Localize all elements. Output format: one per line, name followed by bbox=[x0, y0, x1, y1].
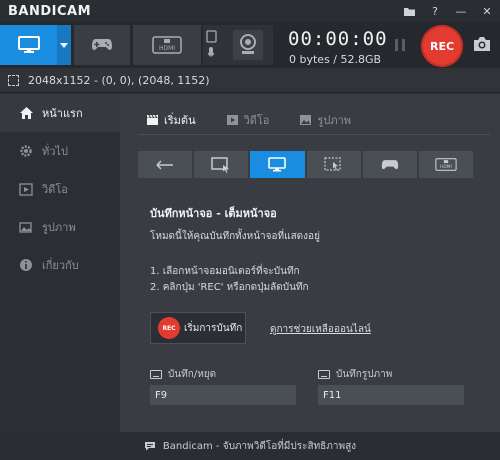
online-help-link[interactable]: ดูการช่วยเหลือออนไลน์ bbox=[270, 322, 371, 337]
hdmi-label: HDMI bbox=[159, 45, 175, 52]
screen-mode-dropdown[interactable] bbox=[57, 25, 71, 65]
region-select-icon[interactable] bbox=[8, 74, 19, 86]
file-size-readout: 0 bytes / 52.8GB bbox=[289, 53, 382, 66]
hdmi-label-small: HDMI bbox=[440, 164, 452, 170]
start-recording-label: เริ่มการบันทึก bbox=[184, 322, 243, 334]
sidebar-item-general[interactable]: ทั่วไป bbox=[0, 132, 120, 170]
start-recording-button[interactable]: REC เริ่มการบันทึก bbox=[150, 312, 246, 344]
screen-mode-button[interactable] bbox=[0, 25, 57, 65]
sidebar-item-label: ทั่วไป bbox=[42, 145, 68, 158]
mode-description: โหมดนี้ให้คุณบันทึกทั้งหน้าจอที่แสดงอยู่ bbox=[150, 231, 320, 242]
tab-label: วิดีโอ bbox=[243, 114, 270, 127]
sidebar: หน้าแรก ทั่วไป วิดีโอ รูปภาพ เกี่ยวกับ bbox=[0, 94, 120, 432]
play-icon bbox=[226, 115, 238, 125]
gamepad-icon bbox=[381, 159, 398, 169]
folder-icon[interactable] bbox=[396, 0, 422, 22]
status-bar: Bandicam - จับภาพวิดีโอที่มีประสิทธิภาพส… bbox=[0, 432, 500, 460]
tab-label: รูปภาพ bbox=[317, 114, 352, 127]
sidebar-item-video[interactable]: วิดีโอ bbox=[0, 170, 120, 208]
capture-mode-row: HDMI bbox=[138, 151, 474, 178]
webcam-mode-button[interactable] bbox=[203, 25, 273, 65]
app-title: BANDICAM bbox=[8, 3, 92, 19]
instruction-step-1: 1. เลือกหน้าจอมอนิเตอร์ที่จะบันทึก bbox=[150, 266, 300, 277]
keyboard-icon bbox=[318, 370, 330, 379]
page-title: บันทึกหน้าจอ - เต็มหน้าจอ bbox=[150, 207, 277, 220]
hotkey-image-label: บันทึกรูปภาพ bbox=[318, 367, 392, 382]
hdmi-icon: HDMI bbox=[152, 36, 182, 54]
close-icon[interactable]: ✕ bbox=[474, 0, 500, 22]
chevron-down-icon bbox=[60, 42, 68, 48]
window-controls: ? — ✕ bbox=[396, 0, 500, 22]
minimize-icon[interactable]: — bbox=[448, 0, 474, 22]
dashed-cursor-icon bbox=[323, 156, 341, 171]
monitor-icon bbox=[268, 157, 287, 172]
gear-icon bbox=[18, 143, 34, 159]
region-bar[interactable]: 2048x1152 - (0, 0), (2048, 1152) bbox=[0, 68, 500, 93]
around-mouse-mode-button[interactable] bbox=[306, 151, 361, 178]
rec-button[interactable]: REC bbox=[421, 25, 463, 67]
tab-label: เริ่มต้น bbox=[164, 114, 196, 127]
record-timer: 00:00:00 bbox=[288, 28, 388, 50]
hotkey-record-label: บันทึก/หยุด bbox=[150, 367, 216, 382]
fullscreen-mode-button[interactable] bbox=[250, 151, 305, 178]
hotkey-image-field[interactable]: F11 bbox=[318, 385, 464, 405]
game-mode-button[interactable] bbox=[74, 25, 130, 65]
title-bar: BANDICAM ? — ✕ bbox=[0, 0, 500, 22]
back-button[interactable] bbox=[138, 151, 193, 178]
hdmi-mode-button[interactable]: HDMI bbox=[133, 25, 201, 65]
keyboard-icon bbox=[150, 370, 162, 379]
tab-divider bbox=[138, 134, 490, 135]
hotkey-record-field[interactable]: F9 bbox=[150, 385, 296, 405]
tab-getting-started[interactable]: เริ่มต้น bbox=[146, 111, 196, 129]
instruction-step-2: 2. คลิกปุ่ม 'REC' หรือกดปุ่มลัดบันทึก bbox=[150, 282, 309, 293]
tab-bar: เริ่มต้น วิดีโอ รูปภาพ bbox=[146, 111, 381, 129]
hotkey-label-text: บันทึกรูปภาพ bbox=[336, 369, 393, 380]
video-icon bbox=[18, 181, 34, 197]
sidebar-item-image[interactable]: รูปภาพ bbox=[0, 208, 120, 246]
home-icon bbox=[18, 105, 34, 121]
clapper-icon bbox=[147, 114, 158, 125]
region-readout: 2048x1152 - (0, 0), (2048, 1152) bbox=[28, 73, 210, 87]
sidebar-item-home[interactable]: หน้าแรก bbox=[0, 94, 120, 132]
chat-bubble-icon bbox=[144, 442, 155, 451]
back-arrow-icon bbox=[156, 159, 174, 170]
picture-icon bbox=[300, 115, 312, 125]
sidebar-item-label: วิดีโอ bbox=[42, 183, 68, 196]
sidebar-item-label: หน้าแรก bbox=[42, 107, 83, 120]
image-icon bbox=[18, 219, 34, 235]
screenshot-camera-icon[interactable] bbox=[472, 35, 492, 53]
rectangle-mode-button[interactable] bbox=[194, 151, 249, 178]
main-toolbar: HDMI 00:00:00 0 bytes / 52.8GB REC bbox=[0, 22, 500, 68]
tab-video[interactable]: วิดีโอ bbox=[226, 111, 270, 129]
hotkey-label-text: บันทึก/หยุด bbox=[168, 369, 217, 380]
info-icon bbox=[18, 257, 34, 273]
sidebar-item-label: เกี่ยวกับ bbox=[42, 259, 79, 272]
main-panel: เริ่มต้น วิดีโอ รูปภาพ HDMI บันทึกหน้าจอ… bbox=[120, 94, 500, 432]
hdmi-icon: HDMI bbox=[435, 158, 457, 171]
monitor-icon bbox=[17, 36, 40, 53]
sidebar-item-about[interactable]: เกี่ยวกับ bbox=[0, 246, 120, 284]
pause-icon[interactable] bbox=[393, 38, 407, 52]
hdmi-mode-button-small[interactable]: HDMI bbox=[418, 151, 474, 178]
game-mode-button-small[interactable] bbox=[362, 151, 417, 178]
gamepad-icon bbox=[92, 39, 112, 50]
tab-image[interactable]: รูปภาพ bbox=[299, 111, 351, 129]
device-icon bbox=[206, 30, 263, 60]
sidebar-item-label: รูปภาพ bbox=[42, 221, 76, 234]
rectangle-cursor-icon bbox=[211, 156, 230, 173]
status-text: Bandicam - จับภาพวิดีโอที่มีประสิทธิภาพส… bbox=[162, 440, 357, 452]
help-icon[interactable]: ? bbox=[422, 0, 448, 22]
rec-badge-icon: REC bbox=[158, 317, 180, 339]
